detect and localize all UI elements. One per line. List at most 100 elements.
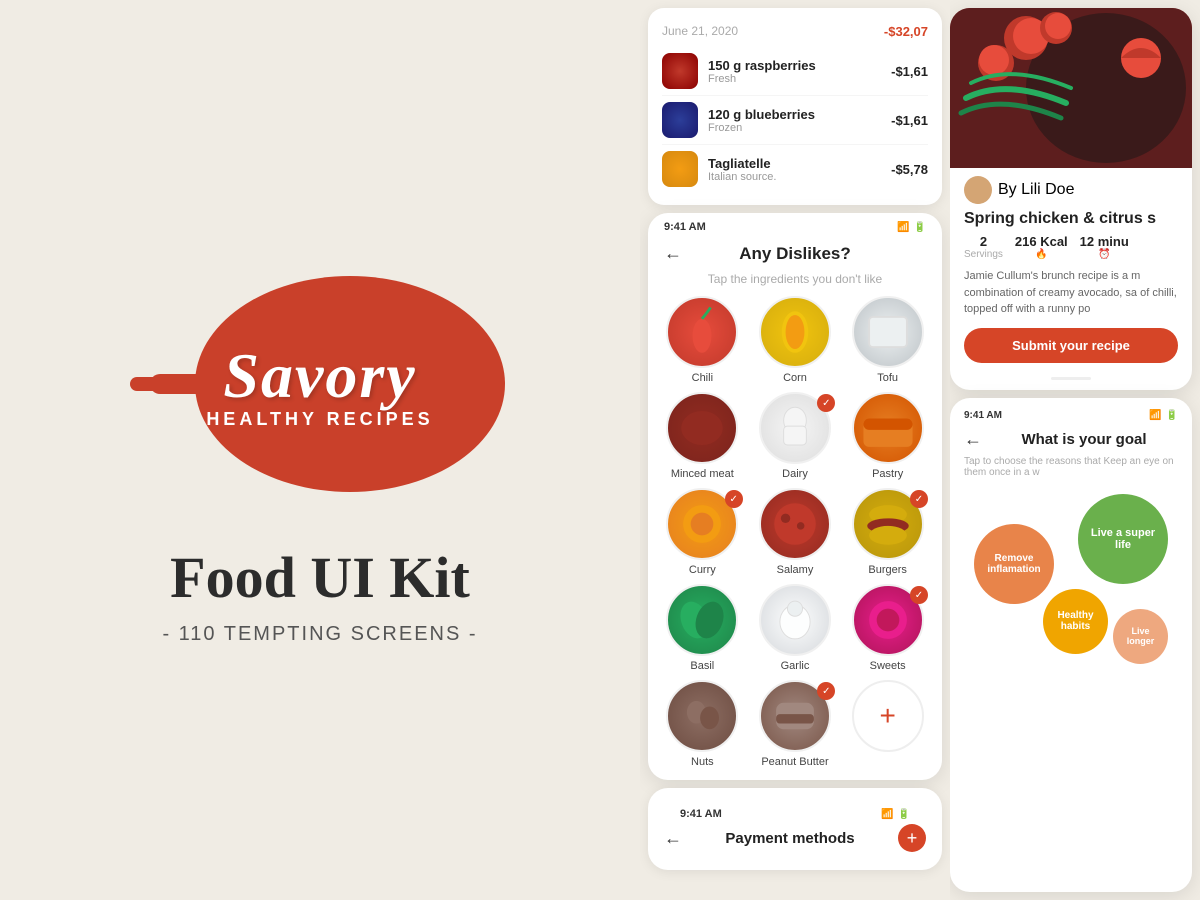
goals-subtitle: Tap to choose the reasons that Keep an e… (964, 456, 1178, 478)
ingredient-dairy[interactable]: ✓ Dairy (753, 392, 838, 480)
status-icons-payment: 📶 🔋 (881, 809, 910, 820)
ingredient-minced-meat[interactable]: Minced meat (660, 392, 745, 480)
receipt-food-sub: Italian source. (708, 171, 776, 183)
dislikes-subtitle: Tap the ingredients you don't like (648, 272, 942, 296)
ingredient-label: Basil (690, 660, 714, 672)
recipe-description: Jamie Cullum's brunch recipe is a m comb… (950, 268, 1192, 328)
receipt-food-sub: Fresh (708, 73, 816, 85)
right-panels: June 21, 2020 -$32,07 150 g raspberries … (640, 0, 1200, 900)
ingredient-chili[interactable]: Chili (660, 296, 745, 384)
ingredient-garlic[interactable]: Garlic (753, 584, 838, 672)
goal-bubble-live-longer[interactable]: Live longer (1113, 609, 1168, 664)
ingredient-image (666, 680, 738, 752)
receipt-item: 150 g raspberries Fresh -$1,61 (662, 47, 928, 96)
dislikes-phone-card: 9:41 AM 📶 🔋 ← Any Dislikes? Tap the ingr… (648, 213, 942, 780)
food-image-blueberry (662, 102, 698, 138)
ingredient-label: Chili (692, 372, 713, 384)
ingredient-label: Corn (783, 372, 807, 384)
ingredient-basil[interactable]: Basil (660, 584, 745, 672)
ingredient-sweets[interactable]: ✓ Sweets (845, 584, 930, 672)
status-icons: 📶 🔋 (897, 222, 926, 233)
ingredient-image (759, 584, 831, 656)
ingredient-image (666, 296, 738, 368)
wifi-icon: 🔋 (914, 222, 926, 233)
ingredient-image (666, 584, 738, 656)
battery-icon-payment: 🔋 (898, 809, 910, 820)
payment-title: Payment methods (725, 830, 854, 847)
ingredient-label: Pastry (872, 468, 903, 480)
recipe-card: By Lili Doe Spring chicken & citrus s 2 … (950, 8, 1192, 390)
receipt-item: Tagliatelle Italian source. -$5,78 (662, 145, 928, 193)
signal-icon-payment: 📶 (881, 809, 893, 820)
ingredient-tofu[interactable]: Tofu (845, 296, 930, 384)
kcal-label: 🔥 (1035, 249, 1047, 260)
ingredient-peanut-butter[interactable]: ✓ Peanut Butter (753, 680, 838, 768)
left-panel: Savory HEALTHY RECIPES Food UI Kit - 110… (0, 0, 640, 900)
ingredient-curry[interactable]: ✓ Curry (660, 488, 745, 576)
servings-label: Servings (964, 249, 1003, 260)
recipe-author: By Lili Doe (950, 168, 1192, 208)
logo-container: Savory HEALTHY RECIPES (130, 254, 510, 514)
payment-time: 9:41 AM (680, 808, 722, 820)
ingredient-image (759, 296, 831, 368)
selected-badge: ✓ (817, 682, 835, 700)
ingredient-label: Peanut Butter (761, 756, 828, 768)
receipt-item-price: -$1,61 (891, 113, 928, 128)
logo-text: Savory HEALTHY RECIPES (206, 339, 433, 430)
servings-value: 2 (980, 234, 987, 249)
goal-bubble-remove-inflamation[interactable]: Remove inflamation (974, 524, 1054, 604)
food-image-raspberry (662, 53, 698, 89)
ingredient-image (666, 392, 738, 464)
goals-card: 9:41 AM 📶 🔋 ← What is your goal Tap to c… (950, 398, 1192, 893)
receipt-item: 120 g blueberries Frozen -$1,61 (662, 96, 928, 145)
selected-badge: ✓ (910, 586, 928, 604)
goals-time: 9:41 AM (964, 410, 1002, 421)
goals-bubbles: Remove inflamation Live a super life Hea… (964, 494, 1178, 674)
dislikes-title: Any Dislikes? (739, 244, 851, 264)
ingredient-label: Nuts (691, 756, 714, 768)
selected-badge: ✓ (910, 490, 928, 508)
back-button[interactable]: ← (664, 243, 682, 264)
author-avatar (964, 176, 992, 204)
recipe-image (950, 8, 1192, 168)
add-payment-button[interactable]: + (898, 824, 926, 852)
goals-back-button[interactable]: ← (964, 429, 982, 450)
recipe-title: Spring chicken & citrus s (950, 208, 1192, 234)
goal-bubble-healthy-habits[interactable]: Healthy habits (1043, 589, 1108, 654)
food-image-tagliatelle (662, 151, 698, 187)
status-time: 9:41 AM (664, 221, 706, 233)
ingredient-label: Dairy (782, 468, 808, 480)
goal-bubble-live-super[interactable]: Live a super life (1078, 494, 1168, 584)
ingredient-nuts[interactable]: Nuts (660, 680, 745, 768)
author-name: By Lili Doe (998, 181, 1074, 199)
far-right-column: By Lili Doe Spring chicken & citrus s 2 … (950, 0, 1200, 900)
ingredient-image (852, 296, 924, 368)
receipt-date: June 21, 2020 (662, 24, 738, 39)
app-name: Savory (206, 339, 433, 413)
kit-name: Food UI Kit (170, 544, 470, 611)
goals-battery-icon: 🔋 (1166, 410, 1178, 421)
ingredient-label: Curry (689, 564, 716, 576)
receipt-item-price: -$5,78 (891, 162, 928, 177)
goals-signal-icon: 📶 (1149, 410, 1161, 421)
recipe-stat-servings: 2 Servings (964, 234, 1003, 260)
payment-header: ← Payment methods + (664, 824, 926, 852)
add-circle[interactable]: + (852, 680, 924, 752)
ingredient-label: Minced meat (671, 468, 734, 480)
receipt-item-price: -$1,61 (891, 64, 928, 79)
ingredient-label: Garlic (781, 660, 810, 672)
middle-column: June 21, 2020 -$32,07 150 g raspberries … (640, 0, 950, 900)
receipt-food-sub: Frozen (708, 122, 815, 134)
submit-recipe-button[interactable]: Submit your recipe (964, 328, 1178, 363)
app-tagline: HEALTHY RECIPES (206, 409, 433, 430)
goals-status-bar: 9:41 AM 📶 🔋 (964, 410, 1178, 421)
ingredient-burgers[interactable]: ✓ Burgers (845, 488, 930, 576)
dislikes-header: ← Any Dislikes? (648, 237, 942, 272)
ingredient-salamy[interactable]: Salamy (753, 488, 838, 576)
payment-back-button[interactable]: ← (664, 828, 682, 849)
ingredient-pastry[interactable]: Pastry (845, 392, 930, 480)
receipt-food-name: Tagliatelle (708, 156, 776, 171)
ingredient-corn[interactable]: Corn (753, 296, 838, 384)
add-ingredient[interactable]: + (845, 680, 930, 768)
screens-count: - 110 TEMPTING SCREENS - (162, 623, 477, 646)
